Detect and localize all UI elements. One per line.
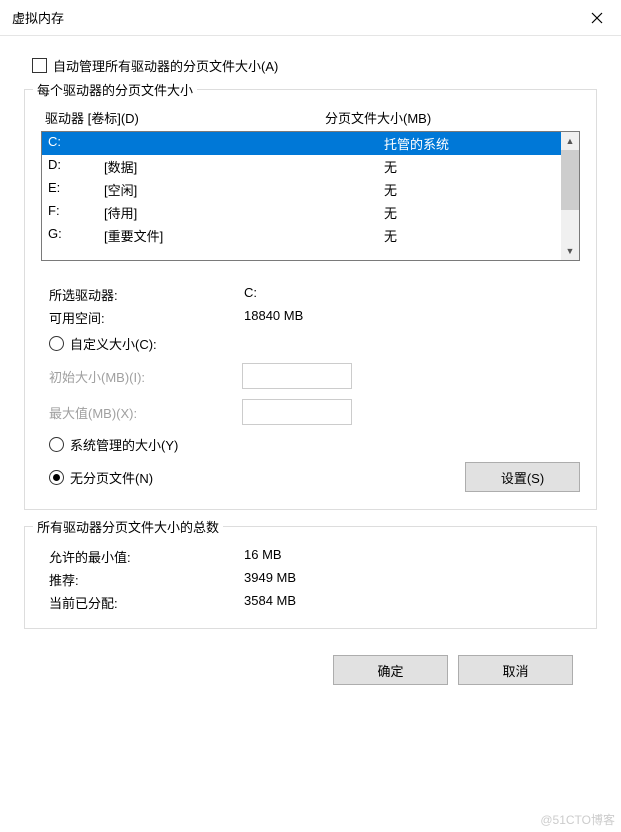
min-row: 允许的最小值: 16 MB — [41, 545, 580, 568]
drive-list-scrollbar[interactable]: ▲ ▼ — [561, 132, 579, 260]
cancel-button[interactable]: 取消 — [458, 655, 573, 685]
drive-letter: C: — [48, 134, 104, 153]
max-size-label: 最大值(MB)(X): — [49, 403, 234, 422]
initial-size-label: 初始大小(MB)(I): — [49, 367, 234, 386]
set-button[interactable]: 设置(S) — [465, 462, 580, 492]
drive-label: [重要文件] — [104, 226, 384, 245]
selected-drive-value: C: — [244, 285, 572, 304]
system-managed-radio[interactable] — [49, 437, 64, 452]
auto-manage-row: 自动管理所有驱动器的分页文件大小(A) — [24, 56, 597, 75]
selected-drive-label: 所选驱动器: — [49, 285, 244, 304]
drive-list[interactable]: C: 托管的系统 D: [数据] 无 E: [空闲] 无 F: [待用] — [41, 131, 580, 261]
custom-size-label: 自定义大小(C): — [70, 334, 157, 353]
drive-letter: D: — [48, 157, 104, 176]
drive-label: [数据] — [104, 157, 384, 176]
drive-pagesize: 无 — [384, 157, 555, 176]
min-value: 16 MB — [244, 547, 572, 566]
close-icon — [591, 12, 603, 24]
drive-row[interactable]: E: [空闲] 无 — [42, 178, 561, 201]
no-paging-label: 无分页文件(N) — [70, 468, 153, 487]
auto-manage-checkbox[interactable] — [32, 58, 47, 73]
drive-groupbox: 每个驱动器的分页文件大小 驱动器 [卷标](D) 分页文件大小(MB) C: 托… — [24, 89, 597, 510]
custom-size-row: 自定义大小(C): — [41, 329, 580, 358]
drive-row[interactable]: D: [数据] 无 — [42, 155, 561, 178]
no-paging-radio[interactable] — [49, 470, 64, 485]
window-title: 虚拟内存 — [12, 8, 64, 27]
drive-letter: F: — [48, 203, 104, 222]
totals-groupbox: 所有驱动器分页文件大小的总数 允许的最小值: 16 MB 推荐: 3949 MB… — [24, 526, 597, 629]
drive-row[interactable]: G: [重要文件] 无 — [42, 224, 561, 247]
rec-row: 推荐: 3949 MB — [41, 568, 580, 591]
system-managed-label: 系统管理的大小(Y) — [70, 435, 178, 454]
totals-title: 所有驱动器分页文件大小的总数 — [33, 517, 223, 536]
initial-size-row: 初始大小(MB)(I): — [41, 358, 580, 394]
drive-pagesize: 无 — [384, 203, 555, 222]
col-size-header: 分页文件大小(MB) — [325, 108, 576, 127]
drive-pagesize: 托管的系统 — [384, 134, 555, 153]
auto-manage-label: 自动管理所有驱动器的分页文件大小(A) — [53, 56, 278, 75]
ok-button[interactable]: 确定 — [333, 655, 448, 685]
system-managed-row: 系统管理的大小(Y) — [41, 430, 580, 459]
drive-label: [待用] — [104, 203, 384, 222]
max-size-row: 最大值(MB)(X): — [41, 394, 580, 430]
drive-rows: C: 托管的系统 D: [数据] 无 E: [空闲] 无 F: [待用] — [42, 132, 561, 260]
dialog-content: 自动管理所有驱动器的分页文件大小(A) 每个驱动器的分页文件大小 驱动器 [卷标… — [0, 36, 621, 705]
drive-pagesize: 无 — [384, 226, 555, 245]
scroll-up-arrow-icon[interactable]: ▲ — [561, 132, 579, 150]
free-space-label: 可用空间: — [49, 308, 244, 327]
scroll-track[interactable] — [561, 210, 579, 242]
col-drive-header: 驱动器 [卷标](D) — [45, 108, 325, 127]
min-label: 允许的最小值: — [49, 547, 244, 566]
cur-label: 当前已分配: — [49, 593, 244, 612]
watermark: @51CTO博客 — [540, 811, 615, 828]
drive-group-title: 每个驱动器的分页文件大小 — [33, 80, 197, 99]
drive-row[interactable]: C: 托管的系统 — [42, 132, 561, 155]
titlebar: 虚拟内存 — [0, 0, 621, 36]
drive-label — [104, 134, 384, 153]
drive-letter: G: — [48, 226, 104, 245]
cur-row: 当前已分配: 3584 MB — [41, 591, 580, 614]
rec-label: 推荐: — [49, 570, 244, 589]
initial-size-input[interactable] — [242, 363, 352, 389]
drive-row[interactable]: F: [待用] 无 — [42, 201, 561, 224]
free-space-row: 可用空间: 18840 MB — [41, 306, 580, 329]
scroll-thumb[interactable] — [561, 150, 579, 210]
selected-drive-row: 所选驱动器: C: — [41, 283, 580, 306]
drive-list-headers: 驱动器 [卷标](D) 分页文件大小(MB) — [41, 108, 580, 131]
no-paging-row: 无分页文件(N) 设置(S) — [41, 459, 580, 495]
drive-label: [空闲] — [104, 180, 384, 199]
free-space-value: 18840 MB — [244, 308, 572, 327]
drive-letter: E: — [48, 180, 104, 199]
custom-size-radio[interactable] — [49, 336, 64, 351]
drive-pagesize: 无 — [384, 180, 555, 199]
dialog-footer: 确定 取消 — [24, 645, 597, 695]
close-button[interactable] — [573, 0, 621, 36]
rec-value: 3949 MB — [244, 570, 572, 589]
cur-value: 3584 MB — [244, 593, 572, 612]
max-size-input[interactable] — [242, 399, 352, 425]
scroll-down-arrow-icon[interactable]: ▼ — [561, 242, 579, 260]
